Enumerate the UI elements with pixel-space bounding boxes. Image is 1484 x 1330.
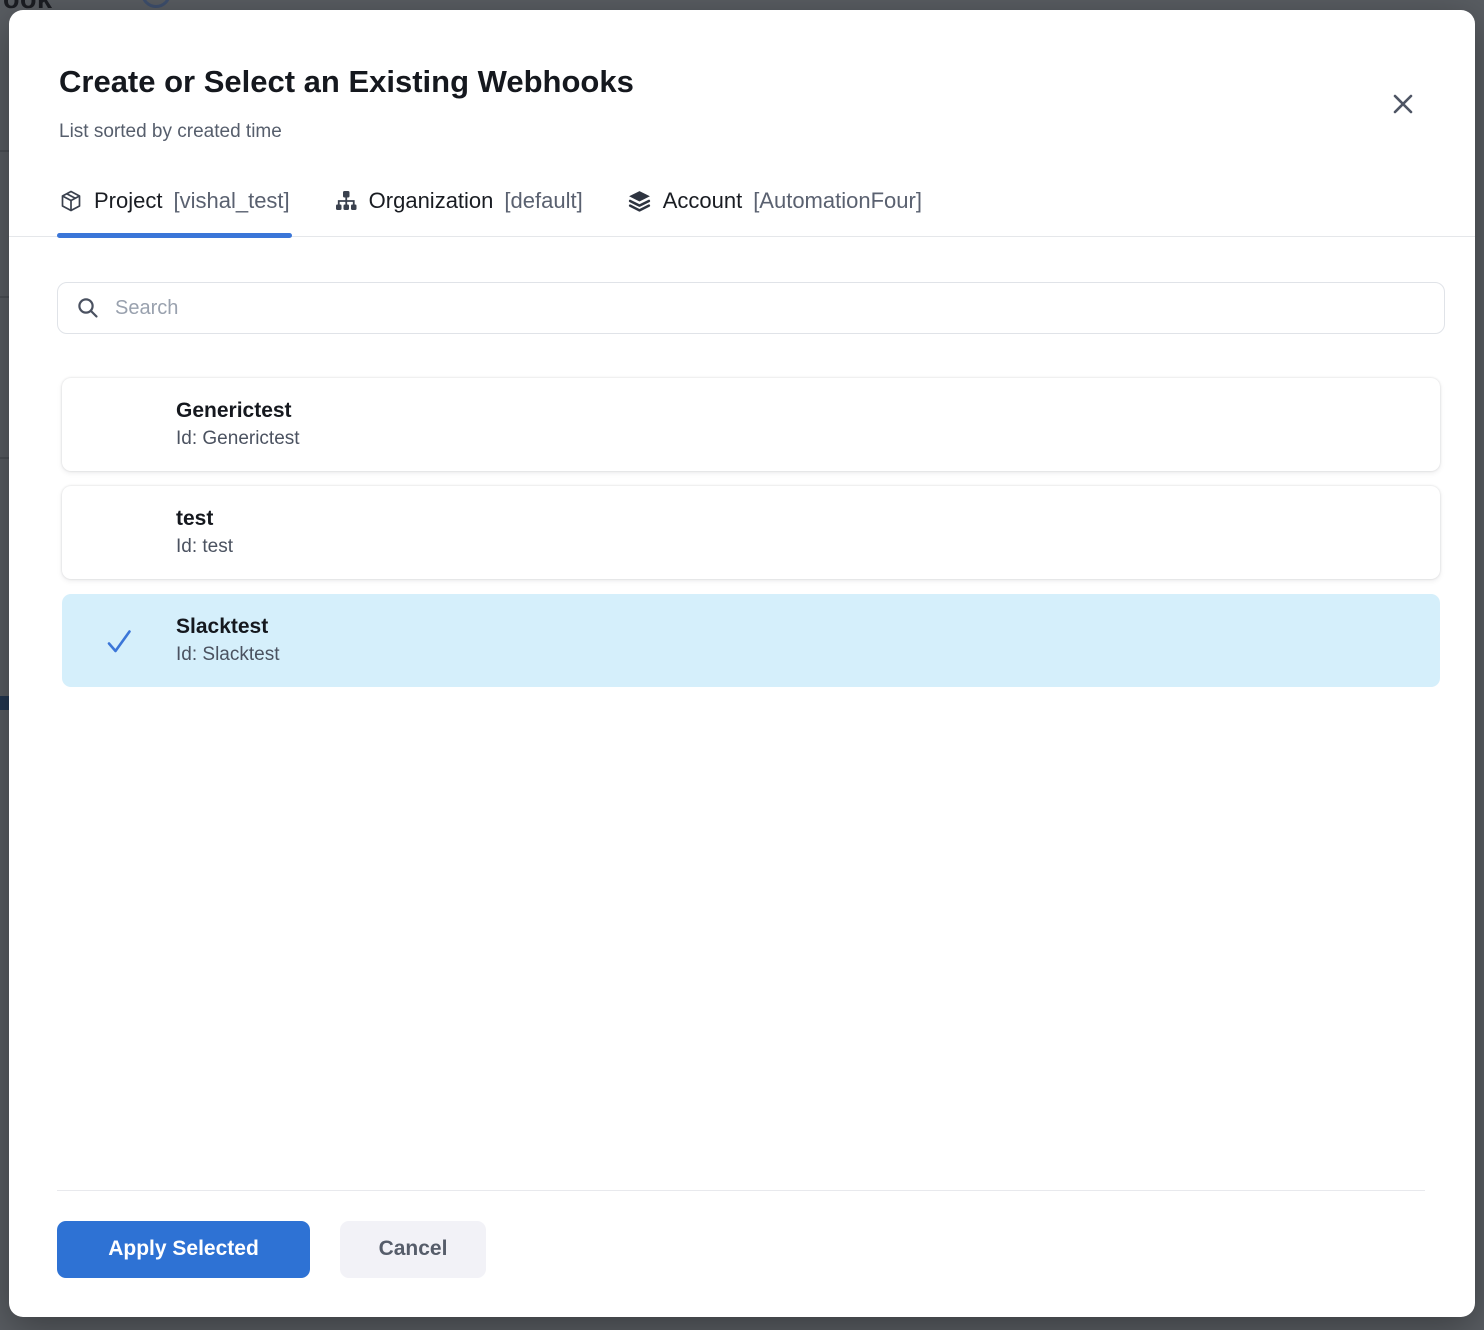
tab-organization[interactable]: Organization [default] xyxy=(332,180,585,236)
tab-context: [default] xyxy=(504,188,582,214)
scope-tabs: Project [vishal_test] Organization [defa… xyxy=(9,180,1475,237)
webhook-name: Generictest xyxy=(176,399,300,423)
webhook-row-test[interactable]: test Id: test xyxy=(62,486,1440,579)
search-input[interactable] xyxy=(115,297,1426,320)
tab-label: Organization xyxy=(369,188,494,214)
cube-icon xyxy=(59,189,83,213)
row-text: Slacktest Id: Slacktest xyxy=(176,615,280,666)
tab-label: Project xyxy=(94,188,162,214)
dialog-title: Create or Select an Existing Webhooks xyxy=(59,64,634,100)
webhook-list: Generictest Id: Generictest test Id: tes… xyxy=(62,378,1440,687)
close-icon xyxy=(1392,93,1414,115)
dialog-footer: Apply Selected Cancel xyxy=(57,1190,1425,1317)
close-button[interactable] xyxy=(1383,84,1423,124)
tab-context: [AutomationFour] xyxy=(753,188,922,214)
webhook-row-slacktest[interactable]: Slacktest Id: Slacktest xyxy=(62,594,1440,687)
tab-context: [vishal_test] xyxy=(173,188,289,214)
webhook-name: test xyxy=(176,507,233,531)
cancel-button[interactable]: Cancel xyxy=(340,1221,486,1278)
apply-selected-button[interactable]: Apply Selected xyxy=(57,1221,310,1278)
webhook-name: Slacktest xyxy=(176,615,280,639)
background-element xyxy=(0,696,9,710)
search-icon xyxy=(76,296,100,320)
search-box xyxy=(57,282,1445,334)
tab-label: Account xyxy=(663,188,743,214)
webhook-row-generictest[interactable]: Generictest Id: Generictest xyxy=(62,378,1440,471)
tab-account[interactable]: Account [AutomationFour] xyxy=(625,180,924,236)
row-text: test Id: test xyxy=(176,507,233,558)
tab-project[interactable]: Project [vishal_test] xyxy=(57,180,292,236)
info-circle-icon xyxy=(141,0,171,8)
select-webhook-dialog: Create or Select an Existing Webhooks Li… xyxy=(9,10,1475,1317)
active-tab-underline xyxy=(57,233,292,238)
layers-icon xyxy=(627,189,652,214)
dialog-subtitle: List sorted by created time xyxy=(59,121,282,143)
webhook-id: Id: Slacktest xyxy=(176,644,280,666)
webhook-id: Id: test xyxy=(176,536,233,558)
org-chart-icon xyxy=(334,189,358,213)
check-icon xyxy=(102,624,136,658)
row-text: Generictest Id: Generictest xyxy=(176,399,300,450)
check-slot xyxy=(62,624,176,658)
webhook-id: Id: Generictest xyxy=(176,428,300,450)
